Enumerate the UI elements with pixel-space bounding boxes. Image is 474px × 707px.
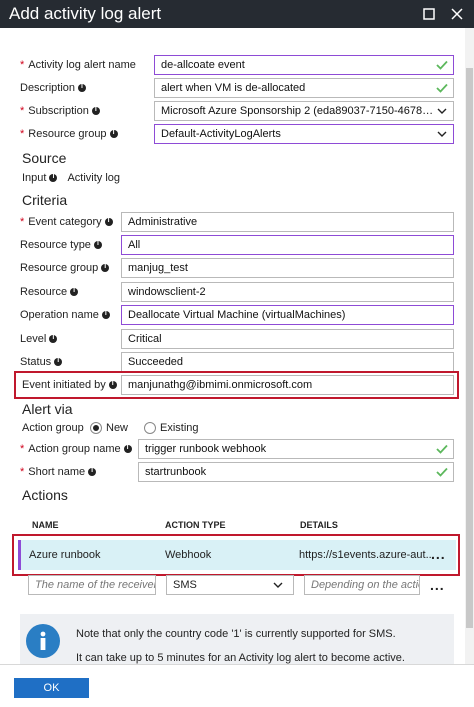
info-icon[interactable]	[78, 83, 87, 92]
event-initiated-input[interactable]: manjunathg@ibmimi.onmicrosoft.com	[121, 375, 454, 395]
maximize-button[interactable]	[418, 3, 440, 25]
subscription-label: Subscription	[28, 105, 89, 117]
resource-type-label: Resource type	[20, 239, 91, 251]
event-initiated-label: Event initiated by	[22, 379, 106, 391]
subscription-select[interactable]: Microsoft Azure Sponsorship 2 (eda89037-…	[154, 101, 454, 121]
footer: OK	[0, 664, 474, 707]
level-label: Level	[20, 333, 47, 345]
check-icon	[435, 442, 449, 456]
maximize-icon	[423, 8, 435, 20]
notice-line-1: Note that only the country code '1' is c…	[76, 628, 396, 640]
input-label: Input	[22, 172, 47, 184]
criteria-heading: Criteria	[22, 192, 68, 208]
scrollbar-thumb[interactable]	[466, 68, 473, 628]
info-icon[interactable]	[88, 467, 97, 476]
resource-select[interactable]: windowsclient-2	[121, 282, 454, 302]
source-input-row: Input Activity log	[22, 167, 456, 189]
action-group-name-input[interactable]: trigger runbook webhook	[138, 439, 454, 459]
notice-line-2: It can take up to 5 minutes for an Activ…	[76, 652, 405, 664]
action-type-cell: Webhook	[165, 549, 212, 561]
short-name-label: Short name	[28, 466, 86, 478]
column-name: NAME	[32, 520, 59, 530]
info-icon[interactable]	[123, 444, 132, 453]
action-name-cell: Azure runbook	[29, 549, 101, 561]
info-circle-icon	[26, 624, 60, 658]
required-marker: *	[20, 105, 25, 117]
table-row[interactable]: Azure runbook Webhook https://s1events.a…	[18, 540, 456, 570]
info-icon[interactable]	[104, 217, 113, 226]
short-name-input[interactable]: startrunbook	[138, 462, 454, 482]
chevron-down-icon	[271, 578, 285, 592]
close-button[interactable]	[446, 3, 468, 25]
info-icon[interactable]	[54, 357, 63, 366]
operation-name-select[interactable]: Deallocate Virtual Machine (virtualMachi…	[121, 305, 454, 325]
required-marker: *	[20, 443, 25, 455]
info-icon[interactable]	[49, 173, 58, 182]
new-row-more-button[interactable]: ...	[430, 577, 445, 593]
level-select[interactable]: Critical	[121, 329, 454, 349]
required-marker: *	[20, 128, 25, 140]
action-group-name-label: Action group name	[28, 443, 121, 455]
radio-existing[interactable]: Existing	[144, 422, 199, 434]
chevron-down-icon	[435, 127, 449, 141]
info-icon[interactable]	[109, 129, 118, 138]
ok-button[interactable]: OK	[14, 678, 89, 698]
description-label: Description	[20, 82, 76, 94]
required-marker: *	[20, 216, 25, 228]
column-details: DETAILS	[300, 520, 338, 530]
window-title: Add activity log alert	[9, 4, 162, 23]
alert-via-heading: Alert via	[22, 401, 73, 417]
action-group-label: Action group	[22, 422, 84, 434]
required-marker: *	[20, 466, 25, 478]
description-input[interactable]: alert when VM is de-allocated	[154, 78, 454, 98]
action-details-cell: https://s1events.azure-aut...	[299, 549, 435, 561]
action-type-select[interactable]: SMS	[166, 575, 294, 595]
resource-type-select[interactable]: All	[121, 235, 454, 255]
event-category-select[interactable]: Administrative	[121, 212, 454, 232]
alert-name-label: Activity log alert name	[28, 59, 136, 71]
check-icon	[435, 81, 449, 95]
chevron-down-icon	[435, 104, 449, 118]
info-icon[interactable]	[70, 287, 79, 296]
info-icon[interactable]	[49, 334, 58, 343]
more-options-button[interactable]: ...	[431, 546, 446, 562]
resource-group-label: Resource group	[28, 128, 107, 140]
input-value: Activity log	[67, 172, 121, 184]
check-icon	[435, 58, 449, 72]
info-icon[interactable]	[91, 106, 100, 115]
actions-heading: Actions	[22, 487, 68, 503]
operation-name-label: Operation name	[20, 309, 99, 321]
status-label: Status	[20, 356, 52, 368]
title-bar: Add activity log alert	[0, 0, 474, 28]
action-group-row: Action group New Existing	[22, 417, 456, 439]
details-input[interactable]: Depending on the actio...	[304, 575, 420, 595]
required-marker: *	[20, 59, 25, 71]
info-icon[interactable]	[93, 240, 102, 249]
criteria-resource-group-label: Resource group	[20, 262, 99, 274]
sms-notice: Note that only the country code '1' is c…	[20, 614, 454, 664]
event-category-label: Event category	[28, 216, 102, 228]
radio-new[interactable]: New	[90, 422, 128, 434]
source-heading: Source	[22, 150, 67, 166]
status-select[interactable]: Succeeded	[121, 352, 454, 372]
info-icon[interactable]	[101, 263, 110, 272]
scrollbar[interactable]	[465, 28, 474, 664]
resource-group-select[interactable]: Default-ActivityLogAlerts	[154, 124, 454, 144]
criteria-resource-group-select[interactable]: manjug_test	[121, 258, 454, 278]
resource-label: Resource	[20, 286, 68, 298]
receiver-name-input[interactable]: The name of the receiver	[28, 575, 156, 595]
info-icon[interactable]	[108, 380, 117, 389]
column-action-type: ACTION TYPE	[165, 520, 226, 530]
info-icon[interactable]	[101, 310, 110, 319]
close-icon	[451, 8, 463, 20]
actions-table-header: NAME ACTION TYPE DETAILS	[22, 517, 454, 535]
alert-name-input[interactable]: de-allcoate event	[154, 55, 454, 75]
check-icon	[435, 465, 449, 479]
